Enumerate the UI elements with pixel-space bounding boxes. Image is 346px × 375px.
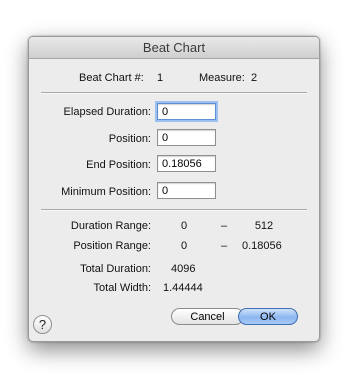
duration-range-dash: –	[221, 220, 228, 232]
position-label: Position:	[108, 133, 151, 145]
position-range-label: Position Range:	[73, 240, 151, 252]
separator-middle	[41, 209, 307, 211]
beat-chart-number-value: 1	[157, 72, 164, 84]
minimum-position-label: Minimum Position:	[61, 186, 151, 198]
duration-range-min: 0	[181, 220, 188, 232]
position-range-max: 0.18056	[242, 240, 282, 252]
title-bar[interactable]: Beat Chart	[29, 37, 319, 59]
position-range-min: 0	[181, 240, 188, 252]
measure-value: 2	[251, 72, 258, 84]
duration-range-label: Duration Range:	[70, 220, 151, 232]
elapsed-duration-field[interactable]: 0	[157, 103, 216, 120]
ok-button[interactable]: OK	[238, 308, 298, 325]
position-field[interactable]: 0	[157, 129, 216, 146]
beat-chart-number-label: Beat Chart #:	[79, 72, 144, 84]
separator-top	[41, 92, 307, 94]
minimum-position-field[interactable]: 0	[157, 182, 216, 199]
beat-chart-dialog: Beat Chart Beat Chart #: 1 Measure: 2 El…	[28, 36, 320, 342]
position-range-dash: –	[221, 240, 228, 252]
duration-range-max: 512	[254, 220, 274, 232]
help-button[interactable]: ?	[33, 315, 52, 334]
measure-label: Measure:	[199, 72, 245, 84]
total-duration-value: 4096	[171, 263, 196, 275]
elapsed-duration-label: Elapsed Duration:	[63, 106, 151, 118]
cancel-button[interactable]: Cancel	[171, 308, 244, 325]
end-position-label: End Position:	[86, 159, 151, 171]
total-width-value: 1.44444	[163, 282, 203, 294]
window-title: Beat Chart	[142, 40, 206, 55]
end-position-field[interactable]: 0.18056	[157, 155, 216, 172]
total-duration-label: Total Duration:	[80, 263, 151, 275]
total-width-label: Total Width:	[93, 282, 151, 294]
